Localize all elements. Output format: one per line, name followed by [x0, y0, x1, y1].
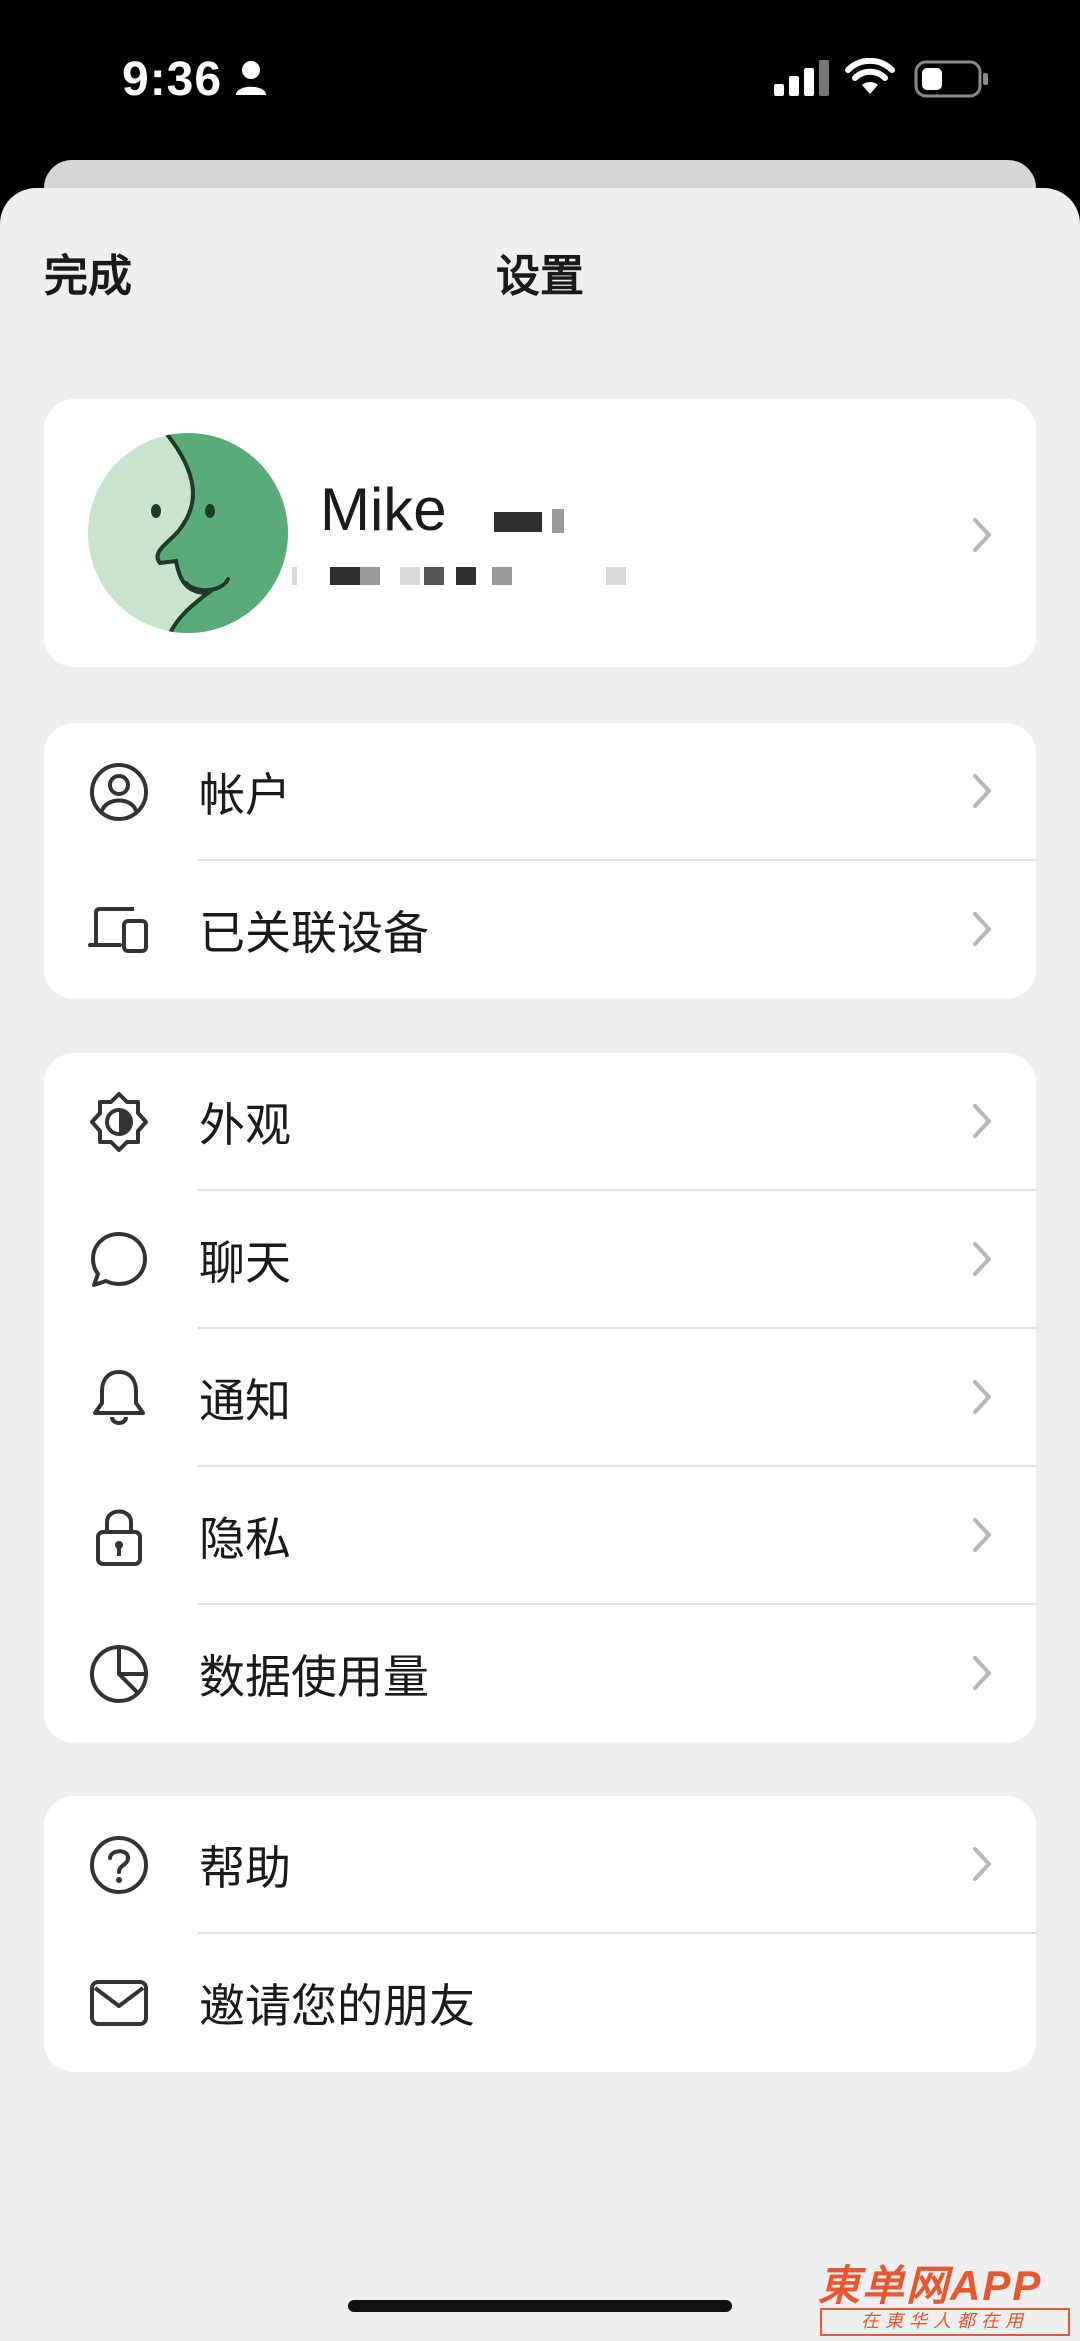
- settings-group-general: 外观 聊天 通知 隐私 数据使用量: [44, 1053, 1036, 1743]
- chevron-right-icon: [973, 1104, 991, 1138]
- settings-row-account[interactable]: 帐户: [44, 723, 1036, 861]
- chevron-right-icon: [973, 1242, 991, 1276]
- settings-row-appearance[interactable]: 外观: [44, 1053, 1036, 1191]
- settings-row-label: 隐私: [199, 1512, 291, 1566]
- settings-row-label: 外观: [199, 1098, 291, 1152]
- data-usage-icon: [90, 1645, 148, 1703]
- settings-row-help[interactable]: 帮助: [44, 1796, 1036, 1934]
- chevron-right-icon: [973, 1656, 991, 1690]
- person-icon: [236, 61, 266, 95]
- settings-row-invite-friends[interactable]: 邀请您的朋友: [44, 1934, 1036, 2072]
- redacted-phone-part: [492, 567, 512, 585]
- settings-group-support: 帮助 邀请您的朋友: [44, 1796, 1036, 2072]
- account-icon: [90, 763, 148, 821]
- chevron-right-icon: [973, 774, 991, 808]
- home-indicator[interactable]: [348, 2300, 732, 2312]
- redacted-phone-part: [292, 567, 297, 585]
- mail-icon: [90, 1980, 148, 2026]
- done-button[interactable]: 完成: [44, 240, 132, 304]
- watermark-title: 東单网APP: [818, 2262, 1043, 2309]
- settings-row-label: 聊天: [199, 1236, 291, 1290]
- redacted-name-part: [552, 509, 564, 533]
- chevron-right-icon: [973, 518, 991, 552]
- settings-row-label: 数据使用量: [199, 1650, 429, 1704]
- redacted-name-part: [494, 512, 542, 532]
- appearance-icon: [90, 1092, 148, 1152]
- profile-name: Mike: [320, 476, 447, 543]
- settings-row-linked-devices[interactable]: 已关联设备: [44, 861, 1036, 999]
- lock-icon: [96, 1509, 142, 1566]
- help-icon: [90, 1836, 148, 1894]
- chevron-right-icon: [973, 1380, 991, 1414]
- settings-row-privacy[interactable]: 隐私: [44, 1467, 1036, 1605]
- chat-icon: [91, 1232, 147, 1287]
- profile-card[interactable]: Mike: [44, 399, 1036, 667]
- status-time: 9:36: [122, 53, 223, 106]
- chevron-right-icon: [973, 1518, 991, 1552]
- avatar: [88, 433, 288, 633]
- settings-row-label: 邀请您的朋友: [199, 1979, 475, 2033]
- status-bar: 9:36: [0, 0, 1080, 160]
- redacted-phone-part: [330, 567, 360, 585]
- settings-row-label: 已关联设备: [199, 906, 429, 960]
- bell-icon: [93, 1370, 145, 1425]
- chevron-right-icon: [973, 912, 991, 946]
- redacted-phone-part: [400, 567, 420, 585]
- redacted-phone-part: [424, 567, 444, 585]
- settings-row-label: 帮助: [199, 1841, 291, 1895]
- settings-row-data-usage[interactable]: 数据使用量: [44, 1605, 1036, 1743]
- watermark-logo: 東单网APP 在東华人都在用: [818, 2252, 1070, 2336]
- battery-icon: [914, 60, 988, 98]
- redacted-phone-part: [606, 567, 626, 585]
- signal-icon: [774, 60, 829, 96]
- settings-row-label: 通知: [199, 1374, 291, 1428]
- wifi-icon: [845, 58, 895, 94]
- redacted-phone-part: [360, 567, 380, 585]
- watermark-subtitle: 在東华人都在用: [820, 2308, 1070, 2336]
- linked-devices-icon: [88, 907, 148, 953]
- settings-row-notifications[interactable]: 通知: [44, 1329, 1036, 1467]
- redacted-phone-part: [456, 567, 476, 585]
- settings-row-chat[interactable]: 聊天: [44, 1191, 1036, 1329]
- settings-group-account: 帐户 已关联设备: [44, 723, 1036, 999]
- chevron-right-icon: [973, 1847, 991, 1881]
- settings-row-label: 帐户: [199, 768, 291, 822]
